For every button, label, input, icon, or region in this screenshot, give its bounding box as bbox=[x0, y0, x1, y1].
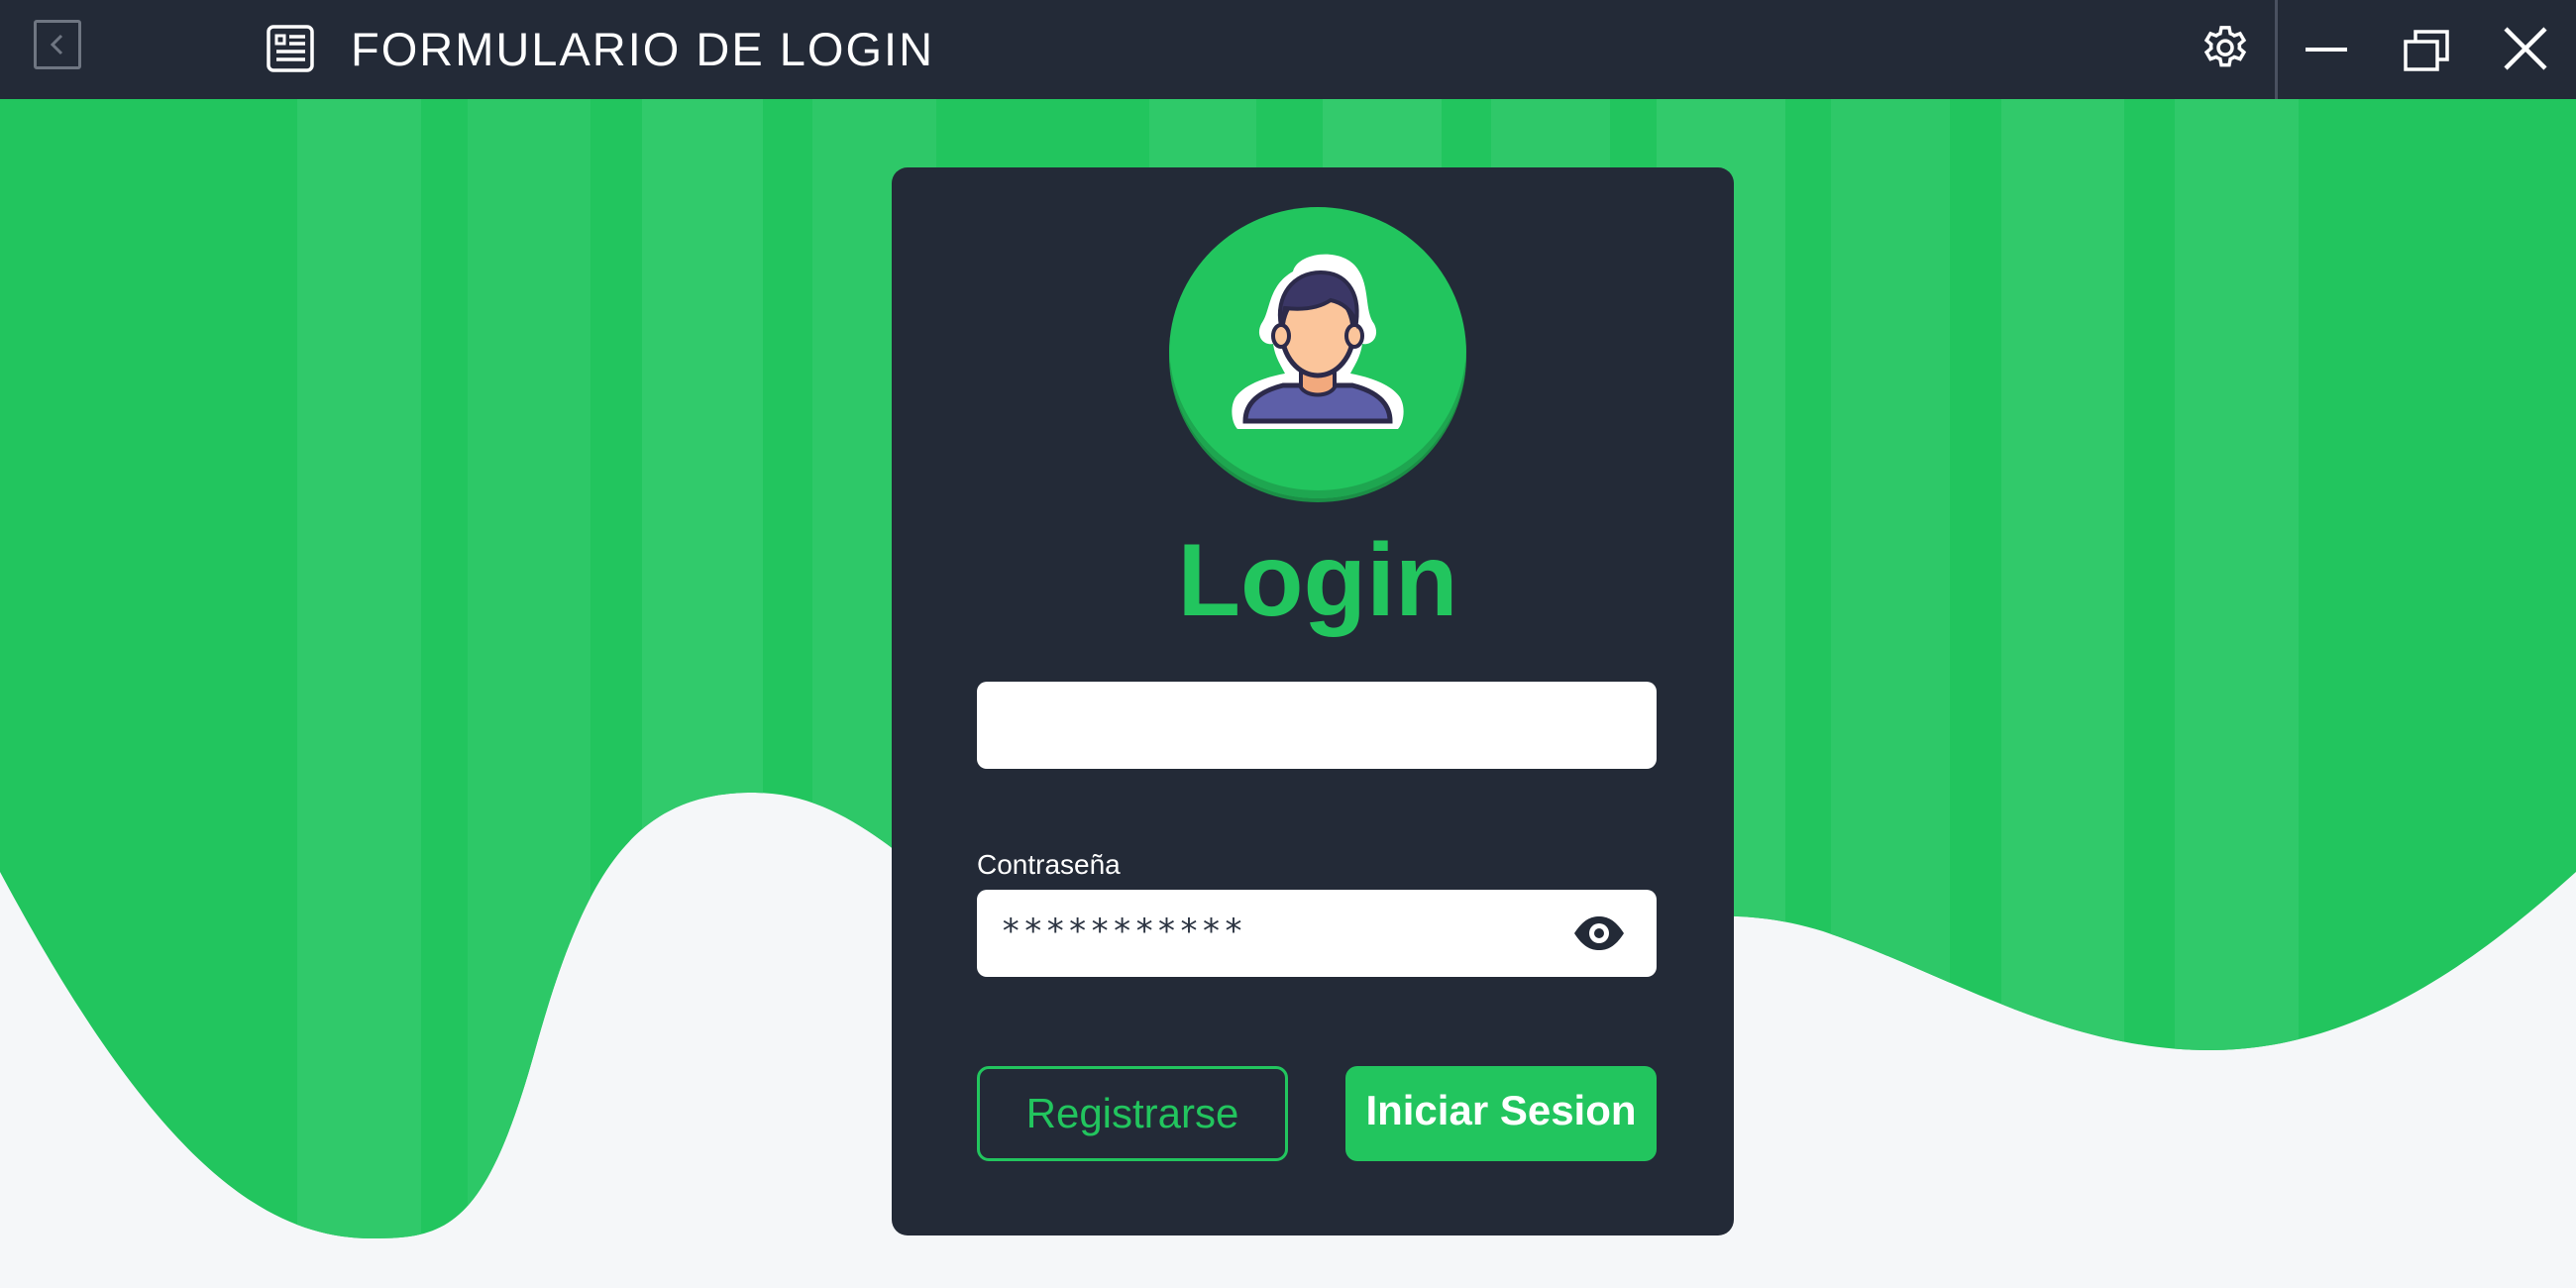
close-icon[interactable] bbox=[2501, 24, 2550, 73]
title-bar-separator bbox=[2275, 0, 2278, 99]
login-card: Login Contraseña *********** Registrarse… bbox=[892, 167, 1734, 1235]
back-button[interactable] bbox=[34, 20, 81, 69]
minimize-icon[interactable] bbox=[2304, 26, 2349, 71]
title-bar: FORMULARIO DE LOGIN bbox=[0, 0, 2576, 99]
window-title: FORMULARIO DE LOGIN bbox=[351, 23, 935, 75]
restore-icon[interactable] bbox=[2403, 28, 2450, 73]
username-field[interactable] bbox=[977, 682, 1657, 769]
gear-icon[interactable] bbox=[2198, 20, 2253, 79]
user-avatar-icon bbox=[1232, 254, 1404, 429]
avatar bbox=[1169, 207, 1466, 498]
chevron-left-icon bbox=[50, 34, 63, 55]
register-button[interactable]: Registrarse bbox=[977, 1066, 1288, 1161]
password-field[interactable]: *********** bbox=[977, 890, 1657, 977]
password-value: *********** bbox=[1001, 912, 1246, 951]
page-title: Login bbox=[1177, 523, 1458, 638]
form-icon bbox=[267, 25, 314, 72]
login-button[interactable]: Iniciar Sesion bbox=[1345, 1066, 1657, 1161]
password-label: Contraseña bbox=[977, 849, 1121, 880]
eye-icon[interactable] bbox=[1571, 913, 1627, 953]
